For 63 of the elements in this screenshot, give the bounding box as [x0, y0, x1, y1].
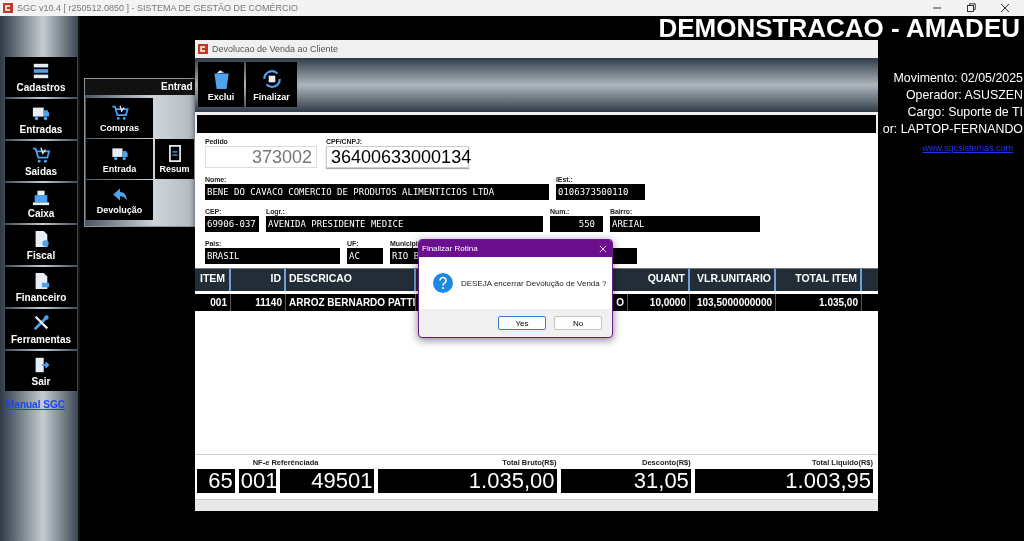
sidebar-button[interactable]: Saidas: [5, 141, 77, 181]
table-cell: 001: [197, 294, 231, 311]
cart-icon: [31, 145, 51, 164]
value-field: 1.003,95: [694, 469, 873, 493]
sidebar-button[interactable]: Entradas: [5, 99, 77, 139]
company-title: DEMONSTRACAO - AMADEU: [658, 17, 1020, 39]
input-field[interactable]: AVENIDA PRESIDENTE MEDICE: [266, 216, 543, 232]
input-field[interactable]: 0106373500110: [556, 184, 645, 200]
input-field[interactable]: BRASIL: [205, 248, 340, 264]
sidebar-button[interactable]: Financeiro: [5, 267, 77, 307]
submenu-button[interactable]: Devolução: [86, 180, 153, 220]
refresh-icon: [260, 67, 283, 90]
table-cell: 1.035,00: [776, 294, 862, 311]
dialog-message: DESEJA encerrar Devolução de Venda ?: [461, 278, 607, 288]
app-icon: [198, 44, 208, 54]
app-icon: [3, 3, 13, 13]
column-header[interactable]: TOTAL ITEM: [776, 269, 862, 291]
question-icon: [433, 273, 453, 293]
info-text: Operador: ASUSZEN: [905, 87, 1023, 104]
submenu-button[interactable]: Compras: [86, 98, 153, 138]
submenu-button[interactable]: Resum: [155, 139, 194, 179]
value-field: 49501: [279, 469, 375, 493]
toolbar-button[interactable]: Finalizar: [246, 62, 297, 107]
sidebar-button[interactable]: Cadastros: [5, 57, 77, 97]
toolbar-button[interactable]: Exclui: [198, 62, 244, 107]
submenu-button[interactable]: Entrada: [86, 139, 153, 179]
value-field: 65: [197, 469, 235, 493]
info-text: or: LAPTOP-FERNANDO: [882, 121, 1023, 138]
info-text: Movimento: 02/05/2025: [893, 70, 1023, 87]
stack-icon: [31, 61, 51, 80]
column-header[interactable]: DESCRICAO: [286, 269, 416, 291]
info-text: Cargo: Suporte de TI: [907, 104, 1023, 121]
window-title: SGC v10.4 [ r250512.0850 ] - SISTEMA DE GESTÃO DE COMÉRCIO: [17, 3, 300, 13]
column-header[interactable]: VLR.UNITARIO: [690, 269, 776, 291]
cart-icon: [110, 103, 129, 121]
close-icon[interactable]: [599, 244, 607, 253]
input-field[interactable]: 550: [550, 216, 603, 232]
sidebar-button[interactable]: Ferramentas: [5, 309, 77, 349]
table-cell: 10,0000: [628, 294, 690, 311]
input-field[interactable]: AREIAL: [610, 216, 760, 232]
sidebar-button[interactable]: Fiscal: [5, 225, 77, 265]
value-field: 001: [238, 469, 276, 493]
restore-icon: [966, 3, 976, 13]
dialog-title: Finalizar Rotina: [422, 244, 478, 253]
dialog-button[interactable]: No: [554, 316, 602, 330]
value-field: 31,05: [560, 469, 691, 493]
column-header[interactable]: ITEM: [197, 269, 231, 291]
dialog-button[interactable]: Yes: [498, 316, 546, 330]
column-header[interactable]: ID: [231, 269, 286, 291]
input-field[interactable]: AC: [347, 248, 383, 264]
sidebar-button[interactable]: Caixa: [5, 183, 77, 223]
input-field[interactable]: 36400633000134: [326, 146, 469, 168]
column-header[interactable]: QUANT: [628, 269, 690, 291]
table-cell: 11140: [231, 294, 286, 311]
input-field[interactable]: 69906-037: [205, 216, 259, 232]
table-cell: 103,5000000000: [690, 294, 776, 311]
window-title: Devolucao de Venda ao Cliente: [212, 44, 339, 54]
close-icon: [1000, 3, 1010, 13]
table-cell: ARROZ BERNARDO PATTI: [286, 294, 416, 311]
input-field[interactable]: BENE DO CAVACO COMERCIO DE PRODUTOS ALIMENTICIOS LTDA: [205, 184, 549, 200]
value-field: 1.035,00: [378, 469, 557, 493]
tools-icon: [31, 313, 51, 332]
sidebar-button[interactable]: Sair: [5, 351, 77, 391]
